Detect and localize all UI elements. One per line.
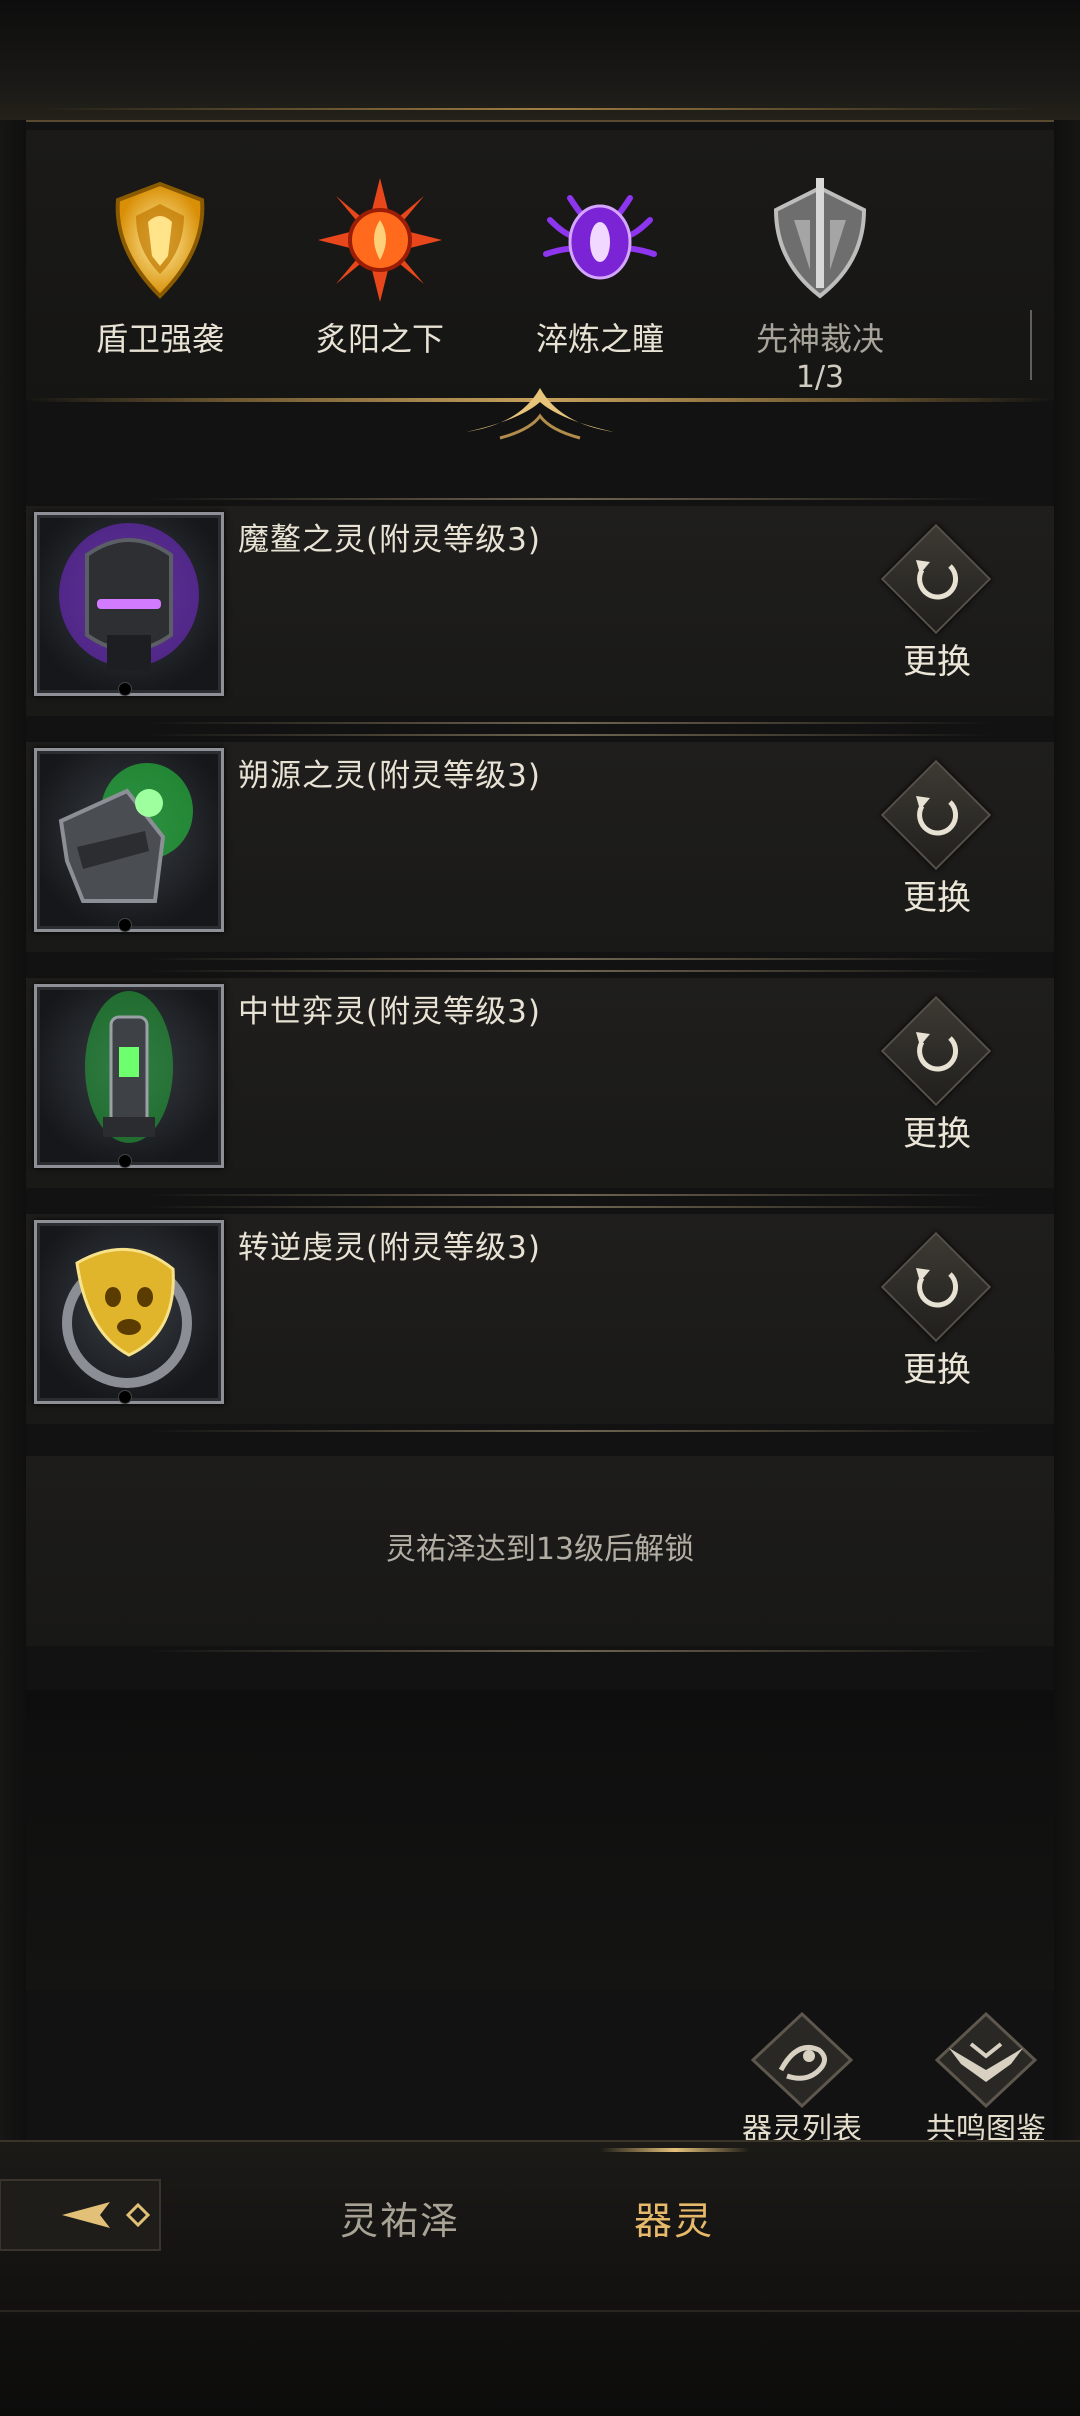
back-button[interactable]: [0, 2170, 190, 2260]
collapse-chevron-icon[interactable]: [460, 380, 620, 440]
left-frame: [0, 120, 26, 2414]
purple-eye-emblem-icon: [543, 195, 657, 280]
swap-button[interactable]: 更换: [862, 995, 1012, 1154]
spirit-slot[interactable]: 魔鳌之灵(附灵等级3) 更换: [26, 498, 1054, 724]
rotate-swap-icon: [916, 1032, 959, 1072]
swap-label: 更换: [903, 1114, 971, 1154]
spirit-slot[interactable]: 朔源之灵(附灵等级3) 更换: [26, 734, 1054, 960]
category-under-scorching-sun[interactable]: 炙阳之下: [270, 170, 490, 360]
bottom-rule: [0, 2310, 1080, 2312]
resonance-codex-button[interactable]: 共鸣图鉴: [906, 2010, 1066, 2148]
spirit-item-frame[interactable]: [34, 984, 224, 1168]
swap-label: 更换: [903, 878, 971, 918]
slot-socket: [118, 1154, 132, 1168]
golden-shield-emblem-icon: [115, 181, 205, 299]
spirit-item-frame[interactable]: [34, 512, 224, 696]
category-tempered-pupil[interactable]: 淬炼之瞳: [490, 170, 710, 360]
spirit-name: 朔源之灵(附灵等级3): [238, 758, 541, 794]
slot-socket: [118, 682, 132, 696]
category-label: 炙阳之下: [315, 320, 444, 358]
spirit-item-frame[interactable]: [34, 748, 224, 932]
category-label: 盾卫强袭: [95, 320, 224, 358]
tab-spirit-blessing[interactable]: 灵祐泽: [340, 2190, 460, 2245]
rotate-swap-icon: [916, 560, 959, 600]
slot-socket: [118, 1390, 132, 1404]
spirit-item-frame[interactable]: [34, 1220, 224, 1404]
winged-codex-icon: [934, 2011, 1038, 2109]
unlock-requirement-text: 灵祐泽达到13级后解锁: [385, 1532, 695, 1567]
silver-blade-emblem-icon: [773, 178, 867, 299]
swap-label: 更换: [903, 1350, 971, 1390]
spirit-list-button[interactable]: 器灵列表: [722, 2010, 882, 2148]
empty-panel-area: [26, 1690, 1054, 1990]
golden-spirit-mask-icon: [62, 1247, 192, 1388]
green-chess-tower-icon: [85, 991, 173, 1143]
spirit-name: 魔鳌之灵(附灵等级3): [238, 522, 541, 558]
spirit-slot[interactable]: 中世弈灵(附灵等级3) 更换: [26, 970, 1054, 1196]
category-divine-judgment[interactable]: 先神裁决 1/3: [710, 170, 930, 395]
slot-socket: [118, 918, 132, 932]
category-label: 淬炼之瞳: [535, 320, 664, 358]
category-strip: 盾卫强袭 炙阳之下 淬炼之瞳 先神裁决 1/3: [26, 130, 1054, 400]
category-overflow-indicator[interactable]: [1030, 310, 1046, 380]
rotate-swap-icon: [916, 796, 959, 836]
locked-slot: 灵祐泽达到13级后解锁: [26, 1456, 1054, 1652]
spirit-name: 转逆虔灵(附灵等级3): [238, 1230, 541, 1266]
swap-button[interactable]: 更换: [862, 759, 1012, 918]
spirit-list-icon: [750, 2011, 854, 2109]
swap-button[interactable]: 更换: [862, 1231, 1012, 1390]
red-sun-emblem-icon: [318, 178, 442, 302]
top-frame: [0, 0, 1080, 122]
swap-button[interactable]: 更换: [862, 523, 1012, 682]
category-label: 先神裁决: [755, 320, 884, 358]
category-progress: 1/3: [795, 360, 845, 395]
spirit-name: 中世弈灵(附灵等级3): [238, 994, 541, 1030]
swap-label: 更换: [903, 642, 971, 682]
armored-gauntlet-green-spirit-icon: [58, 763, 193, 903]
spirit-slot[interactable]: 转逆虔灵(附灵等级3) 更换: [26, 1206, 1054, 1432]
dark-helmet-purple-flame-icon: [59, 523, 199, 671]
rotate-swap-icon: [916, 1268, 959, 1308]
tab-artifact-spirit[interactable]: 器灵: [634, 2190, 714, 2245]
category-shield-assault[interactable]: 盾卫强袭: [50, 170, 270, 360]
active-tab-accent: [600, 2148, 750, 2152]
